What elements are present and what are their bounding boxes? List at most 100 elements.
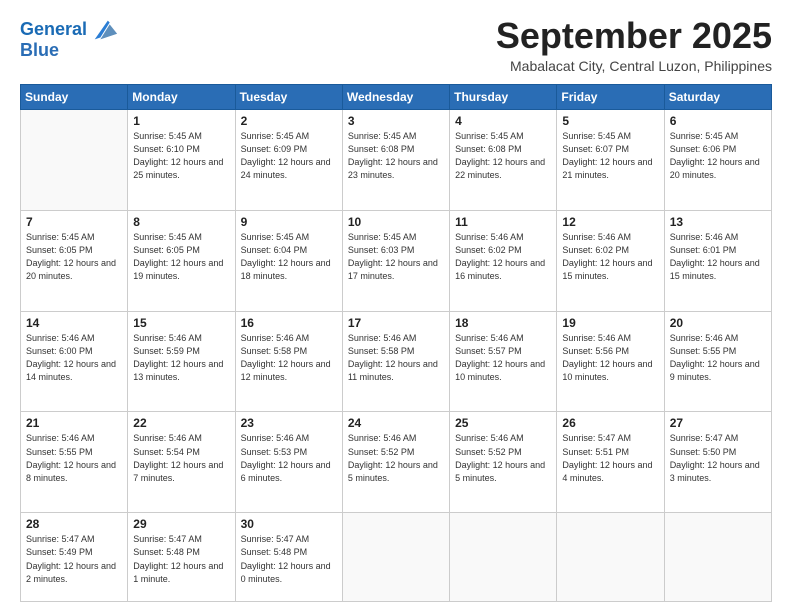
day-number: 17 (348, 316, 444, 330)
day-info: Sunrise: 5:45 AM Sunset: 6:04 PM Dayligh… (241, 231, 337, 283)
day-number: 4 (455, 114, 551, 128)
day-info: Sunrise: 5:46 AM Sunset: 5:55 PM Dayligh… (26, 432, 122, 484)
logo-text: General (20, 20, 87, 40)
day-info: Sunrise: 5:45 AM Sunset: 6:10 PM Dayligh… (133, 130, 229, 182)
table-row: 3 Sunrise: 5:45 AM Sunset: 6:08 PM Dayli… (342, 109, 449, 210)
day-number: 9 (241, 215, 337, 229)
col-wednesday: Wednesday (342, 84, 449, 109)
day-number: 6 (670, 114, 766, 128)
table-row: 14 Sunrise: 5:46 AM Sunset: 6:00 PM Dayl… (21, 311, 128, 412)
day-info: Sunrise: 5:45 AM Sunset: 6:06 PM Dayligh… (670, 130, 766, 182)
table-row: 24 Sunrise: 5:46 AM Sunset: 5:52 PM Dayl… (342, 412, 449, 513)
table-row: 20 Sunrise: 5:46 AM Sunset: 5:55 PM Dayl… (664, 311, 771, 412)
table-row: 1 Sunrise: 5:45 AM Sunset: 6:10 PM Dayli… (128, 109, 235, 210)
col-tuesday: Tuesday (235, 84, 342, 109)
day-info: Sunrise: 5:46 AM Sunset: 5:58 PM Dayligh… (241, 332, 337, 384)
day-info: Sunrise: 5:45 AM Sunset: 6:09 PM Dayligh… (241, 130, 337, 182)
month-title: September 2025 (496, 16, 772, 56)
table-row (664, 513, 771, 602)
day-info: Sunrise: 5:45 AM Sunset: 6:05 PM Dayligh… (26, 231, 122, 283)
table-row: 30 Sunrise: 5:47 AM Sunset: 5:48 PM Dayl… (235, 513, 342, 602)
day-number: 18 (455, 316, 551, 330)
table-row (21, 109, 128, 210)
day-number: 19 (562, 316, 658, 330)
table-row: 27 Sunrise: 5:47 AM Sunset: 5:50 PM Dayl… (664, 412, 771, 513)
day-info: Sunrise: 5:45 AM Sunset: 6:08 PM Dayligh… (348, 130, 444, 182)
table-row: 28 Sunrise: 5:47 AM Sunset: 5:49 PM Dayl… (21, 513, 128, 602)
day-number: 10 (348, 215, 444, 229)
table-row (342, 513, 449, 602)
table-row: 25 Sunrise: 5:46 AM Sunset: 5:52 PM Dayl… (450, 412, 557, 513)
header: General Blue September 2025 Mabalacat Ci… (20, 16, 772, 74)
day-number: 5 (562, 114, 658, 128)
day-info: Sunrise: 5:46 AM Sunset: 5:54 PM Dayligh… (133, 432, 229, 484)
col-saturday: Saturday (664, 84, 771, 109)
table-row: 17 Sunrise: 5:46 AM Sunset: 5:58 PM Dayl… (342, 311, 449, 412)
day-number: 11 (455, 215, 551, 229)
col-friday: Friday (557, 84, 664, 109)
day-info: Sunrise: 5:46 AM Sunset: 5:59 PM Dayligh… (133, 332, 229, 384)
day-number: 24 (348, 416, 444, 430)
table-row: 29 Sunrise: 5:47 AM Sunset: 5:48 PM Dayl… (128, 513, 235, 602)
day-number: 8 (133, 215, 229, 229)
table-row: 7 Sunrise: 5:45 AM Sunset: 6:05 PM Dayli… (21, 210, 128, 311)
table-row: 11 Sunrise: 5:46 AM Sunset: 6:02 PM Dayl… (450, 210, 557, 311)
table-row: 13 Sunrise: 5:46 AM Sunset: 6:01 PM Dayl… (664, 210, 771, 311)
day-number: 26 (562, 416, 658, 430)
day-info: Sunrise: 5:46 AM Sunset: 5:55 PM Dayligh… (670, 332, 766, 384)
col-monday: Monday (128, 84, 235, 109)
day-info: Sunrise: 5:46 AM Sunset: 6:02 PM Dayligh… (562, 231, 658, 283)
day-info: Sunrise: 5:46 AM Sunset: 5:58 PM Dayligh… (348, 332, 444, 384)
day-number: 28 (26, 517, 122, 531)
day-info: Sunrise: 5:47 AM Sunset: 5:51 PM Dayligh… (562, 432, 658, 484)
day-number: 23 (241, 416, 337, 430)
table-row: 10 Sunrise: 5:45 AM Sunset: 6:03 PM Dayl… (342, 210, 449, 311)
day-info: Sunrise: 5:47 AM Sunset: 5:49 PM Dayligh… (26, 533, 122, 585)
day-info: Sunrise: 5:46 AM Sunset: 5:52 PM Dayligh… (348, 432, 444, 484)
day-info: Sunrise: 5:46 AM Sunset: 6:00 PM Dayligh… (26, 332, 122, 384)
day-number: 7 (26, 215, 122, 229)
day-number: 2 (241, 114, 337, 128)
day-number: 13 (670, 215, 766, 229)
day-number: 3 (348, 114, 444, 128)
day-number: 27 (670, 416, 766, 430)
day-number: 20 (670, 316, 766, 330)
day-info: Sunrise: 5:45 AM Sunset: 6:07 PM Dayligh… (562, 130, 658, 182)
day-number: 1 (133, 114, 229, 128)
table-row: 26 Sunrise: 5:47 AM Sunset: 5:51 PM Dayl… (557, 412, 664, 513)
table-row: 16 Sunrise: 5:46 AM Sunset: 5:58 PM Dayl… (235, 311, 342, 412)
day-number: 21 (26, 416, 122, 430)
table-row: 5 Sunrise: 5:45 AM Sunset: 6:07 PM Dayli… (557, 109, 664, 210)
day-info: Sunrise: 5:45 AM Sunset: 6:08 PM Dayligh… (455, 130, 551, 182)
day-info: Sunrise: 5:46 AM Sunset: 6:02 PM Dayligh… (455, 231, 551, 283)
table-row: 9 Sunrise: 5:45 AM Sunset: 6:04 PM Dayli… (235, 210, 342, 311)
title-block: September 2025 Mabalacat City, Central L… (496, 16, 772, 74)
table-row: 6 Sunrise: 5:45 AM Sunset: 6:06 PM Dayli… (664, 109, 771, 210)
calendar-table: Sunday Monday Tuesday Wednesday Thursday… (20, 84, 772, 602)
table-row: 15 Sunrise: 5:46 AM Sunset: 5:59 PM Dayl… (128, 311, 235, 412)
logo-icon (91, 16, 119, 44)
table-row (557, 513, 664, 602)
day-number: 30 (241, 517, 337, 531)
day-number: 12 (562, 215, 658, 229)
day-number: 29 (133, 517, 229, 531)
day-info: Sunrise: 5:46 AM Sunset: 5:56 PM Dayligh… (562, 332, 658, 384)
day-number: 15 (133, 316, 229, 330)
col-sunday: Sunday (21, 84, 128, 109)
day-info: Sunrise: 5:47 AM Sunset: 5:48 PM Dayligh… (133, 533, 229, 585)
col-thursday: Thursday (450, 84, 557, 109)
table-row: 18 Sunrise: 5:46 AM Sunset: 5:57 PM Dayl… (450, 311, 557, 412)
day-info: Sunrise: 5:46 AM Sunset: 5:57 PM Dayligh… (455, 332, 551, 384)
day-info: Sunrise: 5:47 AM Sunset: 5:50 PM Dayligh… (670, 432, 766, 484)
table-row: 23 Sunrise: 5:46 AM Sunset: 5:53 PM Dayl… (235, 412, 342, 513)
calendar-header-row: Sunday Monday Tuesday Wednesday Thursday… (21, 84, 772, 109)
day-info: Sunrise: 5:45 AM Sunset: 6:03 PM Dayligh… (348, 231, 444, 283)
day-number: 22 (133, 416, 229, 430)
table-row: 21 Sunrise: 5:46 AM Sunset: 5:55 PM Dayl… (21, 412, 128, 513)
day-info: Sunrise: 5:47 AM Sunset: 5:48 PM Dayligh… (241, 533, 337, 585)
day-info: Sunrise: 5:46 AM Sunset: 5:52 PM Dayligh… (455, 432, 551, 484)
table-row: 22 Sunrise: 5:46 AM Sunset: 5:54 PM Dayl… (128, 412, 235, 513)
day-info: Sunrise: 5:45 AM Sunset: 6:05 PM Dayligh… (133, 231, 229, 283)
logo: General Blue (20, 16, 119, 61)
table-row: 2 Sunrise: 5:45 AM Sunset: 6:09 PM Dayli… (235, 109, 342, 210)
